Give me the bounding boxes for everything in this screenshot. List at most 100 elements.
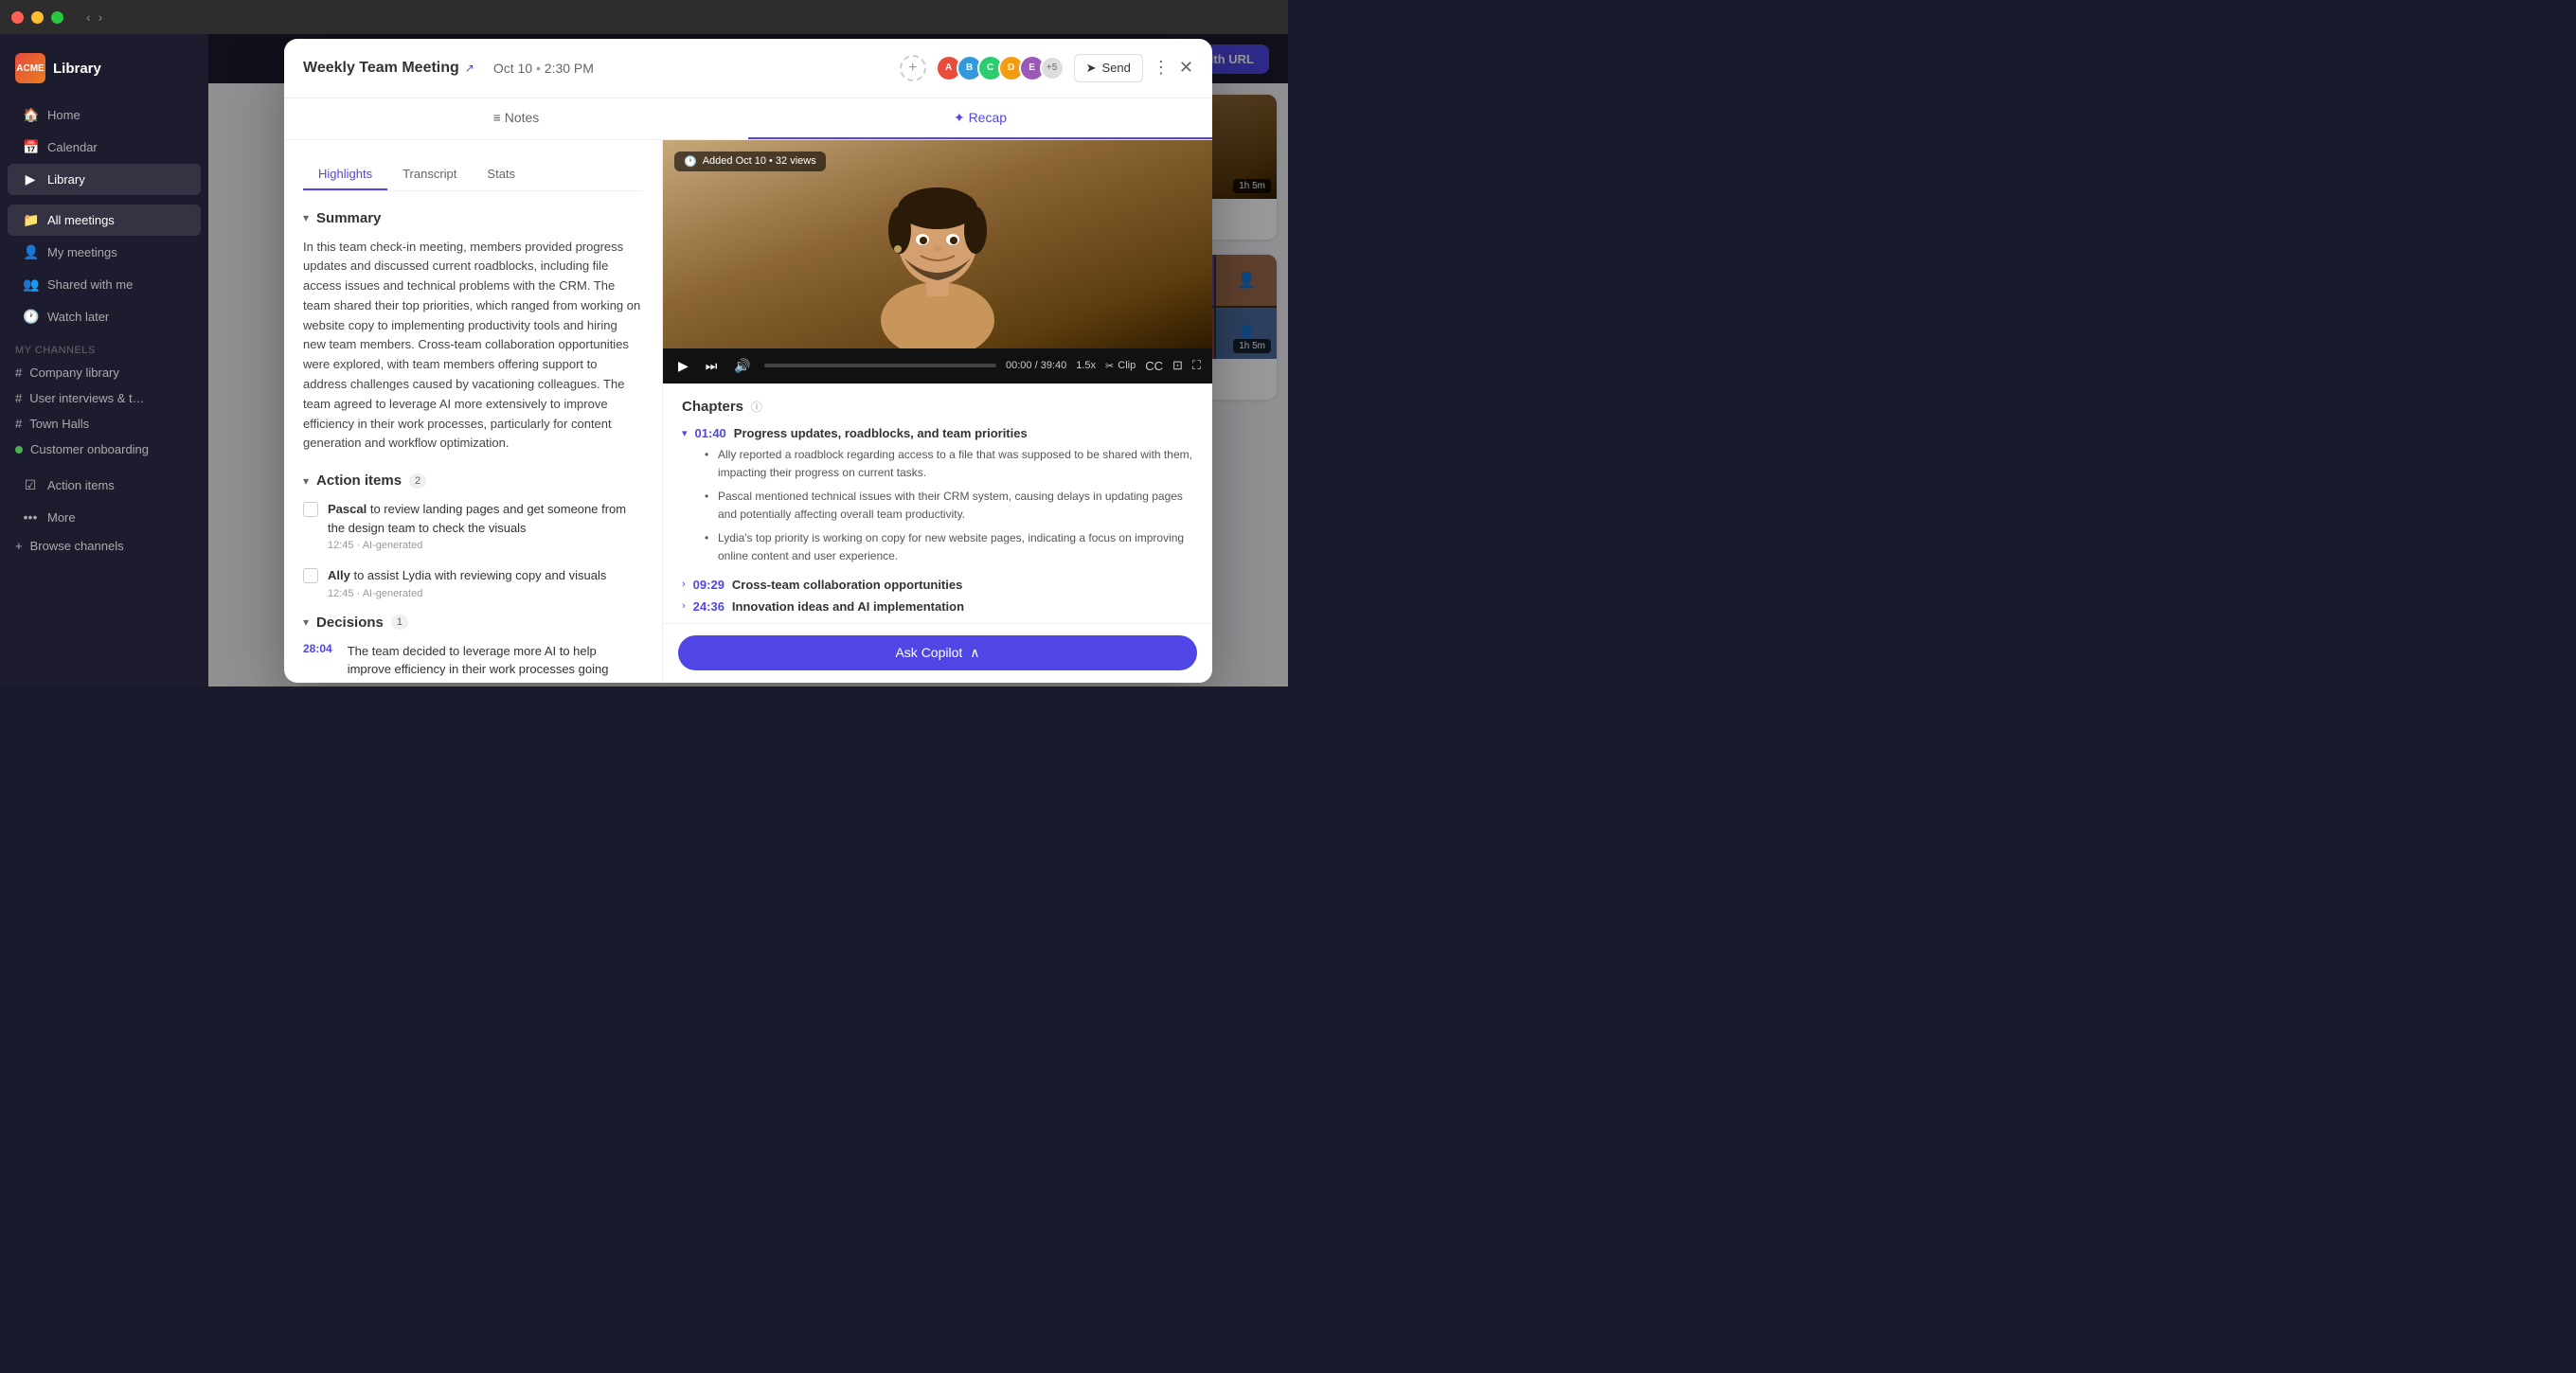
- modal-left-panel: Highlights Transcript Stats ▾: [284, 140, 663, 683]
- play-button[interactable]: ▶: [674, 356, 692, 376]
- speed-button[interactable]: 1.5x: [1076, 360, 1096, 371]
- sidebar-item-library[interactable]: ▶ Library: [8, 164, 201, 195]
- chapters-header: Chapters ⓘ: [682, 399, 1193, 415]
- sidebar-item-calendar[interactable]: 📅 Calendar: [8, 132, 201, 163]
- chapter-item-1: ▾ 01:40 Progress updates, roadblocks, an…: [682, 426, 1193, 566]
- online-dot: [15, 446, 23, 454]
- home-icon: 🏠: [23, 107, 38, 123]
- ask-copilot-button[interactable]: Ask Copilot ∧: [678, 636, 1197, 671]
- action-item-2-checkbox[interactable]: [303, 568, 318, 583]
- sidebar-item-my-meetings[interactable]: 👤 My meetings: [8, 237, 201, 268]
- library-icon: ▶: [23, 171, 38, 187]
- modal-tabs: ≡ Notes ✦ Recap: [284, 98, 1212, 140]
- library-title: Library: [53, 61, 101, 77]
- shared-icon: 👥: [23, 276, 38, 293]
- sidebar-item-home[interactable]: 🏠 Home: [8, 99, 201, 131]
- chapter-item-2[interactable]: › 09:29 Cross-team collaboration opportu…: [682, 578, 1193, 592]
- watch-later-icon: 🕐: [23, 309, 38, 325]
- action-items-section-header[interactable]: ▾ Action items 2: [303, 473, 643, 489]
- mute-button[interactable]: 🔊: [730, 356, 754, 376]
- time-display: 00:00 / 39:40: [1006, 360, 1066, 371]
- modal-title-link[interactable]: ↗: [465, 62, 474, 75]
- avatar-extra: +5: [1040, 56, 1064, 80]
- chapter-1-name: Progress updates, roadblocks, and team p…: [734, 426, 1028, 440]
- user-interviews-label: User interviews & t…: [29, 391, 144, 405]
- sidebar-item-shared[interactable]: 👥 Shared with me: [8, 269, 201, 300]
- video-background: [663, 140, 1212, 348]
- decisions-chevron: ▾: [303, 615, 309, 629]
- chapter-3-name: Innovation ideas and AI implementation: [732, 599, 964, 614]
- sidebar-channel-user-interviews[interactable]: # User interviews & t…: [0, 385, 208, 411]
- add-participant-button[interactable]: +: [900, 55, 926, 81]
- sidebar-item-watch-later[interactable]: 🕐 Watch later: [8, 301, 201, 332]
- nav-forward[interactable]: ›: [98, 9, 103, 25]
- sidebar-channel-town-halls[interactable]: # Town Halls: [0, 411, 208, 437]
- more-label: More: [47, 510, 76, 525]
- nav-back[interactable]: ‹: [86, 9, 91, 25]
- chapter-1-title-row[interactable]: ▾ 01:40 Progress updates, roadblocks, an…: [682, 426, 1193, 440]
- summary-text: In this team check-in meeting, members p…: [303, 238, 643, 455]
- decisions-section-header[interactable]: ▾ Decisions 1: [303, 615, 643, 631]
- modal-date-time: Oct 10 • 2:30 PM: [493, 61, 594, 76]
- inner-tab-stats[interactable]: Stats: [472, 159, 530, 190]
- action-items-label: Action items: [47, 478, 115, 492]
- decision-item-1: 28:04 The team decided to leverage more …: [303, 642, 643, 683]
- sidebar-browse-channels[interactable]: + Browse channels: [0, 533, 208, 559]
- avatar-stack: A B C D E +5: [936, 55, 1064, 81]
- video-meta-overlay: 🕐 Added Oct 10 • 32 views: [674, 152, 826, 171]
- summary-title: Summary: [316, 210, 381, 226]
- video-player: 🕐 Added Oct 10 • 32 views ▶ ⏭ 🔊: [663, 140, 1212, 383]
- fullscreen-button[interactable]: ⛶: [1192, 358, 1201, 373]
- more-options-button[interactable]: ⋮: [1153, 58, 1170, 78]
- modal-header: Weekly Team Meeting ↗ Oct 10 • 2:30 PM +…: [284, 39, 1212, 98]
- sidebar-item-more[interactable]: ••• More: [8, 502, 201, 532]
- chapters-section: Chapters ⓘ ▾ 01:40 Progress updates, roa…: [663, 383, 1212, 658]
- action-item-2-meta: 12:45 · AI-generated: [328, 588, 606, 599]
- modal-right-panel: 🕐 Added Oct 10 • 32 views ▶ ⏭ 🔊: [663, 140, 1212, 683]
- sidebar-channel-customer[interactable]: Customer onboarding: [0, 437, 208, 462]
- chapter-1-time: 01:40: [695, 426, 726, 440]
- decision-text-1: The team decided to leverage more AI to …: [348, 642, 643, 683]
- sidebar-item-action-items[interactable]: ☑ Action items: [8, 470, 201, 501]
- captions-button[interactable]: CC: [1145, 359, 1163, 373]
- ask-copilot-bar: Ask Copilot ∧: [663, 624, 1212, 683]
- copilot-chevron: ∧: [970, 646, 979, 662]
- plus-icon: +: [15, 539, 23, 553]
- action-item-1-checkbox[interactable]: [303, 502, 318, 517]
- scissors-icon: ✂: [1105, 360, 1114, 372]
- chapter-item-3[interactable]: › 24:36 Innovation ideas and AI implemen…: [682, 599, 1193, 614]
- sidebar-channel-company[interactable]: # Company library: [0, 360, 208, 385]
- traffic-light-yellow[interactable]: [31, 11, 44, 24]
- send-button[interactable]: ➤ Send: [1074, 54, 1143, 82]
- tab-notes[interactable]: ≡ Notes: [284, 98, 748, 139]
- sidebar-item-calendar-label: Calendar: [47, 140, 98, 154]
- send-icon: ➤: [1086, 61, 1097, 76]
- decisions-title: Decisions: [316, 615, 384, 631]
- my-meetings-label: My meetings: [47, 245, 117, 259]
- traffic-light-green[interactable]: [51, 11, 63, 24]
- sidebar-item-all-meetings[interactable]: 📁 All meetings: [8, 205, 201, 236]
- action-items-count: 2: [409, 473, 426, 489]
- chapter-2-time: 09:29: [693, 578, 724, 592]
- clip-button[interactable]: ✂ Clip: [1105, 360, 1136, 372]
- tab-recap[interactable]: ✦ Recap: [748, 98, 1212, 139]
- action-item-1-meta: 12:45 · AI-generated: [328, 540, 643, 551]
- app-logo: ACME: [15, 53, 45, 83]
- progress-bar[interactable]: [764, 364, 996, 367]
- close-modal-button[interactable]: ✕: [1179, 58, 1193, 78]
- watch-later-label: Watch later: [47, 310, 109, 324]
- inner-tab-transcript[interactable]: Transcript: [387, 159, 472, 190]
- traffic-light-red[interactable]: [11, 11, 24, 24]
- skip-forward-button[interactable]: ⏭: [702, 356, 722, 376]
- hash-icon-3: #: [15, 417, 22, 431]
- all-meetings-icon: 📁: [23, 212, 38, 228]
- company-library-label: Company library: [29, 366, 119, 380]
- chapters-info-icon[interactable]: ⓘ: [751, 399, 762, 415]
- modal: Weekly Team Meeting ↗ Oct 10 • 2:30 PM +…: [284, 39, 1212, 683]
- chapter-2-expand-icon: ›: [682, 579, 686, 590]
- inner-tab-highlights[interactable]: Highlights: [303, 159, 387, 190]
- summary-section-header[interactable]: ▾ Summary: [303, 210, 643, 226]
- chapters-title: Chapters: [682, 399, 743, 415]
- pip-button[interactable]: ⊡: [1172, 358, 1183, 373]
- hash-icon-2: #: [15, 391, 22, 405]
